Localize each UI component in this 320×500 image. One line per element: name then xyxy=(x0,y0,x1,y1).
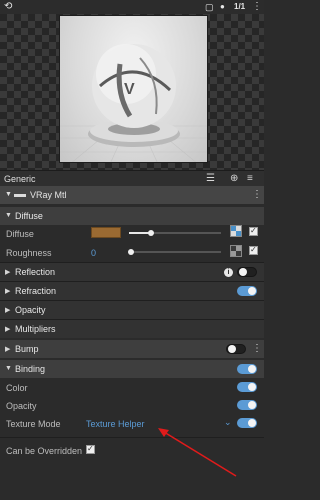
annotation-arrow xyxy=(158,428,237,477)
